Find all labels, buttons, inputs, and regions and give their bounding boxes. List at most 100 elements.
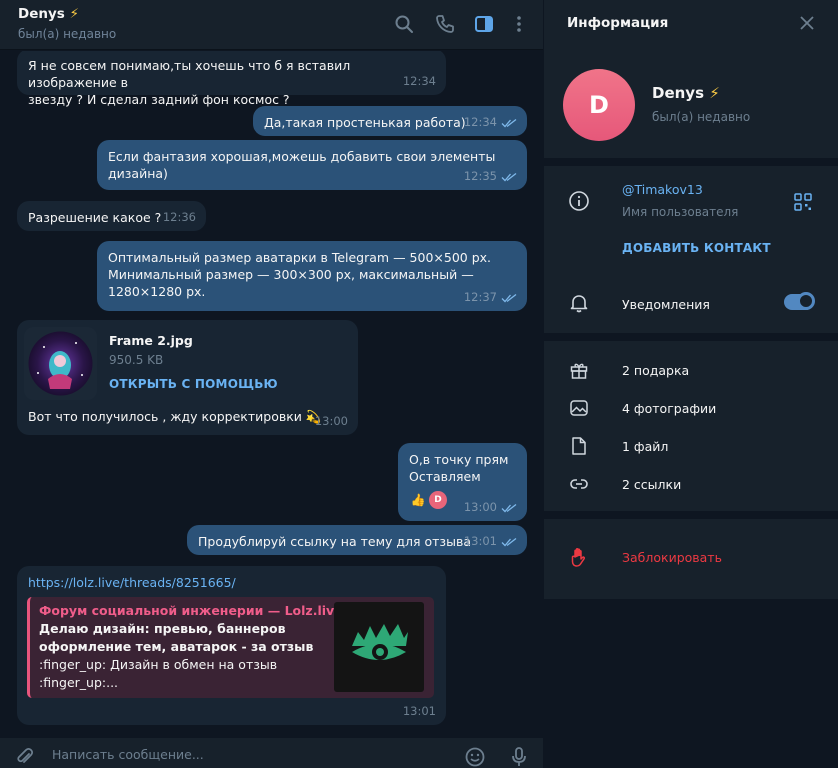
file-thumbnail[interactable] [24, 327, 97, 400]
chat-status: был(а) недавно [18, 27, 117, 41]
qr-code-icon[interactable] [794, 193, 812, 211]
media-label: 2 подарка [622, 363, 690, 378]
message-outgoing[interactable]: Да,такая простенькая работа) 12:34 [253, 106, 527, 136]
double-check-icon [501, 503, 517, 512]
message-line: Оптимальный размер аватарки в Telegram —… [108, 250, 492, 265]
avatar[interactable]: D [563, 69, 635, 141]
file-size: 950.5 KB [109, 353, 164, 367]
message-outgoing[interactable]: Продублируй ссылку на тему для отзыва 13… [187, 525, 527, 555]
message-meta: 12:37 [464, 289, 517, 306]
message-meta: 12:34 [403, 73, 436, 90]
message-line: дизайна) [108, 166, 168, 181]
message-line: 1280×1280 px. [108, 284, 206, 299]
lightning-emoji: ⚡ [69, 6, 79, 22]
message-text: О,в точку прям Оставляем [409, 451, 516, 485]
paperclip-icon[interactable] [14, 746, 36, 768]
message-text: Да,такая простенькая работа) [264, 115, 466, 130]
message-text: Продублируй ссылку на тему для отзыва [198, 534, 471, 549]
profile-name-text: Denys [652, 84, 705, 102]
close-icon[interactable] [798, 14, 816, 32]
more-vert-icon[interactable] [508, 13, 530, 35]
preview-title-line: Делаю дизайн: превью, баннеров [39, 621, 286, 636]
message-outgoing[interactable]: Если фантазия хорошая,можешь добавить св… [97, 140, 527, 190]
thumbs-up-reaction[interactable]: 👍 [409, 491, 427, 509]
message-meta: 13:01 [403, 703, 436, 720]
microphone-icon[interactable] [508, 746, 530, 768]
open-with-link[interactable]: ОТКРЫТЬ С ПОМОЩЬЮ [109, 376, 278, 393]
message-time: 13:00 [314, 414, 348, 428]
profile-section: Информация D Denys ⚡ был(а) недавно [544, 0, 838, 158]
message-list[interactable]: Я не совсем понимаю,ты хочешь что б я вс… [0, 51, 543, 727]
media-label: 2 ссылки [622, 477, 682, 492]
preview-description: Делаю дизайн: превью, баннеров оформлени… [39, 620, 329, 692]
message-meta: 12:35 [464, 168, 517, 185]
photo-icon [568, 397, 590, 419]
link-icon [568, 473, 590, 495]
double-check-icon [501, 293, 517, 302]
message-meta: 13:01 [464, 533, 517, 550]
message-line: Оставляем [409, 469, 481, 484]
preview-text-line: :finger_up: Дизайн в обмен на отзыв [39, 657, 278, 672]
message-incoming-file[interactable]: Frame 2.jpg 950.5 KB ОТКРЫТЬ С ПОМОЩЬЮ В… [17, 320, 358, 435]
media-label: 1 файл [622, 439, 669, 454]
username[interactable]: @Timakov13 [622, 182, 703, 197]
message-time: 12:34 [463, 115, 497, 129]
emoji-icon[interactable] [464, 746, 486, 768]
chat-pane: Denys ⚡ был(а) недавно Я не совсем поним… [0, 0, 543, 768]
chat-header: Denys ⚡ был(а) недавно [0, 0, 543, 50]
message-text: Разрешение какое ? [28, 210, 162, 225]
message-line: Если фантазия хорошая,можешь добавить св… [108, 149, 496, 164]
sidebar-toggle-icon[interactable] [473, 13, 495, 35]
add-contact-button[interactable]: ДОБАВИТЬ КОНТАКТ [622, 241, 771, 255]
profile-status: был(а) недавно [652, 110, 751, 124]
message-meta: 12:36 [163, 209, 196, 226]
message-line: Я не совсем понимаю,ты хочешь что б я вс… [28, 58, 351, 90]
preview-title-line: оформление тем, аватарок - за отзыв [39, 639, 314, 654]
file-name[interactable]: Frame 2.jpg [109, 332, 193, 349]
chat-title[interactable]: Denys ⚡ [18, 6, 79, 22]
message-time: 12:36 [162, 210, 196, 224]
message-text: Оптимальный размер аватарки в Telegram —… [108, 249, 516, 300]
bell-icon [568, 292, 590, 314]
message-caption: Вот что получилось , жду корректировки 💫 [28, 408, 321, 425]
block-label: Заблокировать [622, 550, 722, 565]
double-check-icon [501, 172, 517, 181]
notifications-label: Уведомления [622, 297, 710, 312]
preview-text-line: :finger_up:... [39, 675, 119, 690]
message-incoming-link[interactable]: https://lolz.live/threads/8251665/ Форум… [17, 566, 446, 725]
phone-icon[interactable] [434, 13, 456, 35]
message-line: Минимальный размер — 300×300 px, максима… [108, 267, 474, 282]
preview-site-name: Форум социальной инженерии — Lolz.live..… [39, 603, 357, 618]
caption-text: Вот что получилось , жду корректировки [28, 409, 302, 424]
message-incoming[interactable]: Разрешение какое ? 12:36 [17, 201, 206, 231]
info-icon [568, 190, 590, 212]
message-text: Я не совсем понимаю,ты хочешь что б я вс… [28, 57, 435, 108]
notifications-toggle[interactable] [784, 292, 815, 310]
message-time: 13:00 [463, 500, 497, 514]
message-outgoing[interactable]: Оптимальный размер аватарки в Telegram —… [97, 241, 527, 311]
message-link[interactable]: https://lolz.live/threads/8251665/ [28, 575, 236, 590]
lightning-emoji: ⚡ [709, 84, 720, 102]
search-icon[interactable] [393, 13, 415, 35]
info-title: Информация [567, 15, 669, 31]
info-pane: Информация D Denys ⚡ был(а) недавно @Tim… [544, 0, 838, 768]
message-outgoing[interactable]: О,в точку прям Оставляем 👍 D 13:00 [398, 443, 527, 521]
preview-image[interactable] [334, 602, 424, 692]
double-check-icon [501, 537, 517, 546]
username-label: Имя пользователя [622, 205, 739, 219]
media-label: 4 фотографии [622, 401, 717, 416]
message-input[interactable] [52, 747, 432, 762]
message-time: 12:37 [463, 290, 497, 304]
reaction-avatar: D [429, 491, 447, 509]
message-time: 13:01 [402, 704, 436, 718]
gift-icon [568, 359, 590, 381]
chat-title-text[interactable]: Denys [18, 6, 65, 22]
message-time: 12:34 [402, 74, 436, 88]
message-line: О,в точку прям [409, 452, 509, 467]
double-check-icon [501, 118, 517, 127]
hand-stop-icon [568, 546, 590, 568]
file-icon [568, 435, 590, 457]
link-preview[interactable]: Форум социальной инженерии — Lolz.live..… [27, 597, 434, 698]
message-incoming[interactable]: Я не совсем понимаю,ты хочешь что б я вс… [17, 51, 446, 107]
message-meta: 13:00 [315, 413, 348, 430]
